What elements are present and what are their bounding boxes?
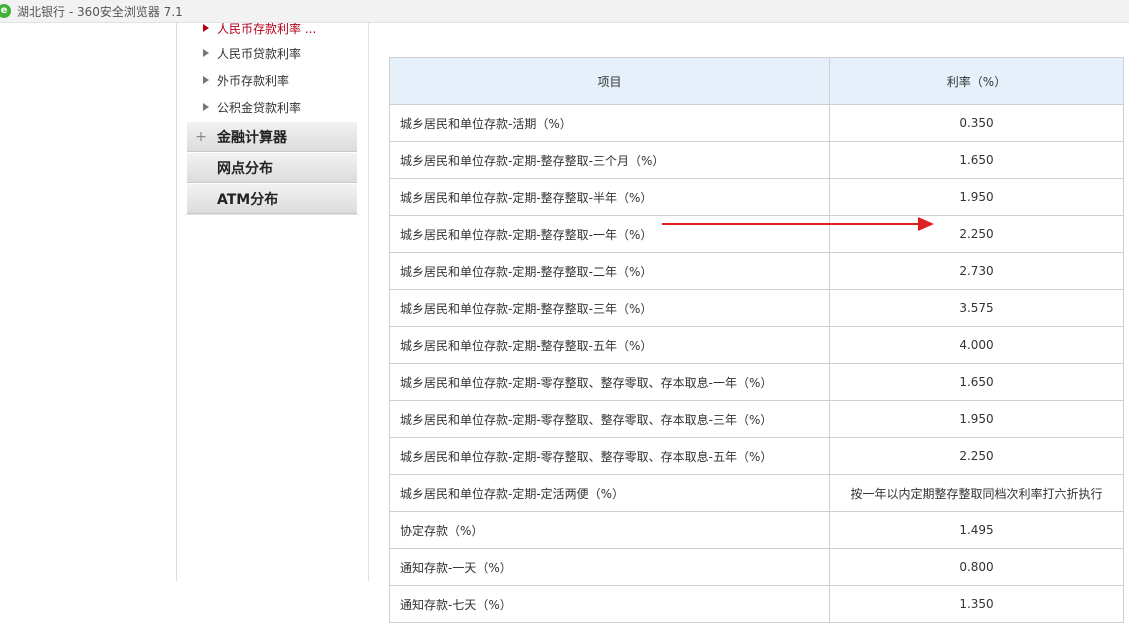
table-row: 城乡居民和单位存款-活期（%） 0.350 xyxy=(389,104,1124,142)
rate-cell: 1.650 xyxy=(829,363,1124,401)
browser-logo-icon: e xyxy=(0,4,11,18)
item-cell: 城乡居民和单位存款-活期（%） xyxy=(389,104,830,142)
rate-cell: 3.575 xyxy=(829,289,1124,327)
sidebar-item-rmb-loan-rates[interactable]: 人民币贷款利率 xyxy=(203,43,301,63)
table-row: 城乡居民和单位存款-定期-零存整取、整存零取、存本取息-五年（%） 2.250 xyxy=(389,437,1124,475)
rate-cell: 0.800 xyxy=(829,548,1124,586)
item-cell: 城乡居民和单位存款-定期-零存整取、整存零取、存本取息-一年（%） xyxy=(389,363,830,401)
item-cell: 通知存款-七天（%） xyxy=(389,585,830,623)
menu-label: 网点分布 xyxy=(217,160,273,177)
menu-branch-locations[interactable]: 网点分布 xyxy=(187,153,357,183)
rate-cell: 2.250 xyxy=(829,437,1124,475)
sidebar-item-housing-fund-loan-rates[interactable]: 公积金贷款利率 xyxy=(203,97,301,117)
menu-financial-calculator[interactable]: + 金融计算器 xyxy=(187,122,357,152)
red-arrow-annotation xyxy=(662,217,934,231)
rate-cell: 4.000 xyxy=(829,326,1124,364)
table-row: 通知存款-七天（%） 1.350 xyxy=(389,585,1124,623)
item-cell: 城乡居民和单位存款-定期-定活两便（%） xyxy=(389,474,830,512)
menu-label: ATM分布 xyxy=(217,191,279,208)
header-rate: 利率（%） xyxy=(829,57,1124,105)
item-cell: 城乡居民和单位存款-定期-整存整取-半年（%） xyxy=(389,178,830,216)
menu-atm-locations[interactable]: ATM分布 xyxy=(187,184,357,214)
item-cell: 通知存款-一天（%） xyxy=(389,548,830,586)
divider xyxy=(185,214,359,215)
plus-icon: + xyxy=(195,128,207,145)
rate-cell: 1.950 xyxy=(829,400,1124,438)
table-row: 城乡居民和单位存款-定期-整存整取-三个月（%） 1.650 xyxy=(389,141,1124,179)
interest-rate-table: 项目 利率（%） 城乡居民和单位存款-活期（%） 0.350 城乡居民和单位存款-… xyxy=(389,57,1124,623)
table-row: 城乡居民和单位存款-定期-定活两便（%） 按一年以内定期整存整取同档次利率打六折执… xyxy=(389,474,1124,512)
item-cell: 城乡居民和单位存款-定期-整存整取-三个月（%） xyxy=(389,141,830,179)
table-row: 城乡居民和单位存款-定期-整存整取-二年（%） 2.730 xyxy=(389,252,1124,290)
sidebar-item-label: 公积金贷款利率 xyxy=(217,100,302,115)
rate-cell: 按一年以内定期整存整取同档次利率打六折执行 xyxy=(829,474,1124,512)
table-row: 城乡居民和单位存款-定期-零存整取、整存零取、存本取息-一年（%） 1.650 xyxy=(389,363,1124,401)
divider xyxy=(368,22,369,581)
sidebar-item-foreign-deposit-rates[interactable]: 外币存款利率 xyxy=(203,70,289,90)
table-row: 城乡居民和单位存款-定期-整存整取-半年（%） 1.950 xyxy=(389,178,1124,216)
item-cell: 城乡居民和单位存款-定期-零存整取、整存零取、存本取息-五年（%） xyxy=(389,437,830,475)
item-cell: 城乡居民和单位存款-定期-整存整取-二年（%） xyxy=(389,252,830,290)
item-cell: 城乡居民和单位存款-定期-整存整取-三年（%） xyxy=(389,289,830,327)
menu-label: 金融计算器 xyxy=(217,129,287,146)
arrow-head-icon xyxy=(918,217,934,231)
rate-cell: 1.950 xyxy=(829,178,1124,216)
sidebar: 人民币存款利率 ... 人民币贷款利率 外币存款利率 公积金贷款利率 + 金融计… xyxy=(176,22,361,581)
window-title: 湖北银行 - 360安全浏览器 7.1 xyxy=(17,4,183,19)
item-cell: 城乡居民和单位存款-定期-零存整取、整存零取、存本取息-三年（%） xyxy=(389,400,830,438)
sidebar-item-label: 人民币贷款利率 xyxy=(217,46,302,61)
triangle-right-icon xyxy=(203,103,209,111)
rate-cell: 0.350 xyxy=(829,104,1124,142)
rate-cell: 1.350 xyxy=(829,585,1124,623)
table-row: 协定存款（%） 1.495 xyxy=(389,511,1124,549)
rate-cell: 1.650 xyxy=(829,141,1124,179)
sidebar-item-rmb-deposit-rates[interactable]: 人民币存款利率 ... xyxy=(203,18,316,38)
table-row: 通知存款-一天（%） 0.800 xyxy=(389,548,1124,586)
item-cell: 协定存款（%） xyxy=(389,511,830,549)
triangle-right-icon xyxy=(203,24,209,32)
header-item: 项目 xyxy=(389,57,830,105)
sidebar-item-label: 人民币存款利率 ... xyxy=(217,21,317,36)
table-row: 城乡居民和单位存款-定期-整存整取-三年（%） 3.575 xyxy=(389,289,1124,327)
sidebar-item-label: 外币存款利率 xyxy=(217,73,290,88)
triangle-right-icon xyxy=(203,76,209,84)
triangle-right-icon xyxy=(203,49,209,57)
table-row: 城乡居民和单位存款-定期-整存整取-五年（%） 4.000 xyxy=(389,326,1124,364)
window-titlebar: e 湖北银行 - 360安全浏览器 7.1 xyxy=(0,0,1129,23)
rate-cell: 1.495 xyxy=(829,511,1124,549)
table-row: 城乡居民和单位存款-定期-零存整取、整存零取、存本取息-三年（%） 1.950 xyxy=(389,400,1124,438)
table-header-row: 项目 利率（%） xyxy=(389,57,1124,105)
item-cell: 城乡居民和单位存款-定期-整存整取-五年（%） xyxy=(389,326,830,364)
rate-cell: 2.730 xyxy=(829,252,1124,290)
